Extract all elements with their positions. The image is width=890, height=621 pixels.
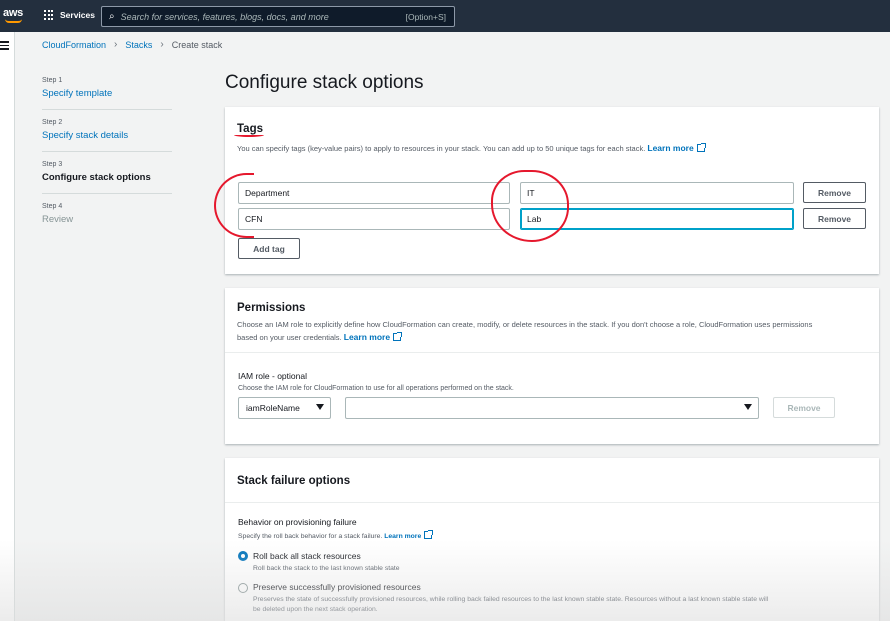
preserve-resources-radio[interactable] (238, 583, 248, 593)
tag-value-value: Lab (527, 214, 542, 224)
remove-tag-button[interactable]: Remove (803, 182, 866, 203)
tag-key-value: CFN (245, 214, 263, 224)
permissions-heading: Permissions (237, 302, 306, 314)
step-3: Step 3 Configure stack options (42, 161, 172, 194)
permissions-panel: Permissions Choose an IAM role to explic… (225, 288, 879, 444)
top-navigation: aws Services ⌕ Search for services, feat… (0, 0, 890, 32)
services-label: Services (60, 10, 95, 20)
divider (225, 502, 879, 503)
tag-key-value: Department (245, 188, 290, 198)
caret-down-icon (316, 404, 324, 410)
tags-description: You can specify tags (key-value pairs) t… (237, 142, 867, 155)
breadcrumb-cloudformation[interactable]: CloudFormation (42, 40, 106, 50)
permissions-description-text: based on your user credentials. (237, 333, 342, 342)
page-title: Configure stack options (225, 72, 424, 93)
chevron-right-icon: › (114, 39, 118, 50)
services-menu-button[interactable]: Services (44, 10, 95, 20)
step-number: Step 3 (42, 161, 63, 168)
external-link-icon (393, 332, 403, 341)
step-4: Step 4 Review (42, 203, 172, 235)
rollback-all-label: Roll back all stack resources (253, 551, 361, 561)
tag-value-input[interactable]: IT (520, 182, 794, 204)
stack-failure-heading: Stack failure options (237, 475, 351, 487)
external-link-icon (696, 143, 706, 152)
permissions-learn-more-link[interactable]: Learn more (343, 332, 403, 342)
caret-down-icon (744, 404, 752, 410)
step-number: Step 2 (42, 119, 63, 126)
tag-value-input[interactable]: Lab (520, 208, 794, 230)
aws-smile-icon (5, 19, 22, 23)
permissions-description-line-1: Choose an IAM role to explicitly define … (237, 320, 813, 329)
step-3-title: Configure stack options (42, 172, 151, 183)
preserve-resources-label: Preserve successfully provisioned resour… (253, 582, 421, 592)
learn-more-text: Learn more (384, 533, 422, 540)
learn-more-text: Learn more (647, 143, 694, 153)
breadcrumb-current: Create stack (171, 39, 223, 50)
learn-more-text: Learn more (343, 332, 391, 342)
step-number: Step 1 (42, 77, 63, 84)
breadcrumb: CloudFormation › Stacks › Create stack (42, 39, 222, 50)
external-link-icon (424, 530, 434, 539)
permissions-description-line-2: based on your user credentials. Learn mo… (237, 331, 877, 344)
side-rail (0, 32, 15, 621)
tags-panel: Tags You can specify tags (key-value pai… (225, 107, 879, 274)
iam-role-description: Choose the IAM role for CloudFormation t… (238, 385, 514, 392)
tag-key-input[interactable]: Department (238, 182, 510, 204)
step-2-link[interactable]: Specify stack details (42, 130, 172, 141)
aws-logo-text: aws (3, 7, 23, 19)
breadcrumb-stacks[interactable]: Stacks (125, 40, 152, 50)
remove-label: Remove (817, 187, 852, 198)
hamburger-menu-icon[interactable] (0, 41, 9, 52)
global-search-input[interactable]: ⌕ Search for services, features, blogs, … (101, 6, 455, 27)
divider (225, 352, 879, 353)
add-tag-label: Add tag (253, 243, 285, 254)
iam-role-type-select[interactable]: iamRoleName (238, 397, 331, 419)
remove-iam-role-button[interactable]: Remove (773, 397, 835, 418)
remove-tag-button[interactable]: Remove (803, 208, 866, 229)
preserve-description-line-2: be deleted upon the next stack operation… (253, 606, 378, 613)
step-1: Step 1 Specify template (42, 77, 172, 110)
behavior-label: Behavior on provisioning failure (238, 517, 357, 527)
aws-logo[interactable]: aws (3, 7, 23, 23)
search-placeholder: Search for services, features, blogs, do… (120, 11, 329, 22)
tags-description-text: You can specify tags (key-value pairs) t… (237, 144, 646, 153)
step-number: Step 4 (42, 203, 63, 210)
tags-heading: Tags (237, 123, 263, 135)
preserve-resources-description: Preserves the state of successfully prov… (253, 595, 873, 615)
behavior-learn-more-link[interactable]: Learn more (384, 530, 434, 540)
iam-role-label: IAM role - optional (238, 371, 307, 381)
behavior-description-text: Specify the roll back behavior for a sta… (238, 533, 383, 540)
rollback-all-radio[interactable] (238, 551, 248, 561)
tags-learn-more-link[interactable]: Learn more (647, 143, 706, 153)
tag-key-input[interactable]: CFN (238, 208, 510, 230)
remove-label: Remove (787, 402, 821, 413)
grid-icon (44, 10, 54, 20)
preserve-description-line-1: Preserves the state of successfully prov… (253, 596, 769, 603)
stack-failure-panel: Stack failure options Behavior on provis… (225, 458, 879, 621)
step-4-title: Review (42, 214, 74, 225)
behavior-description: Specify the roll back behavior for a sta… (238, 530, 434, 543)
rollback-all-description: Roll back the stack to the last known st… (253, 565, 400, 572)
search-shortcut: [Option+S] (405, 12, 446, 22)
chevron-right-icon: › (160, 39, 164, 50)
step-2: Step 2 Specify stack details (42, 119, 172, 152)
step-1-link[interactable]: Specify template (42, 88, 172, 99)
add-tag-button[interactable]: Add tag (238, 238, 300, 259)
remove-label: Remove (817, 213, 852, 224)
wizard-steps: Step 1 Specify template Step 2 Specify s… (42, 77, 172, 244)
iam-role-name-select[interactable] (345, 397, 759, 419)
tag-value-value: IT (527, 188, 535, 198)
search-icon: ⌕ (109, 11, 115, 22)
iam-role-type-value: iamRoleName (246, 403, 300, 413)
permissions-description: Choose an IAM role to explicitly define … (237, 319, 877, 344)
